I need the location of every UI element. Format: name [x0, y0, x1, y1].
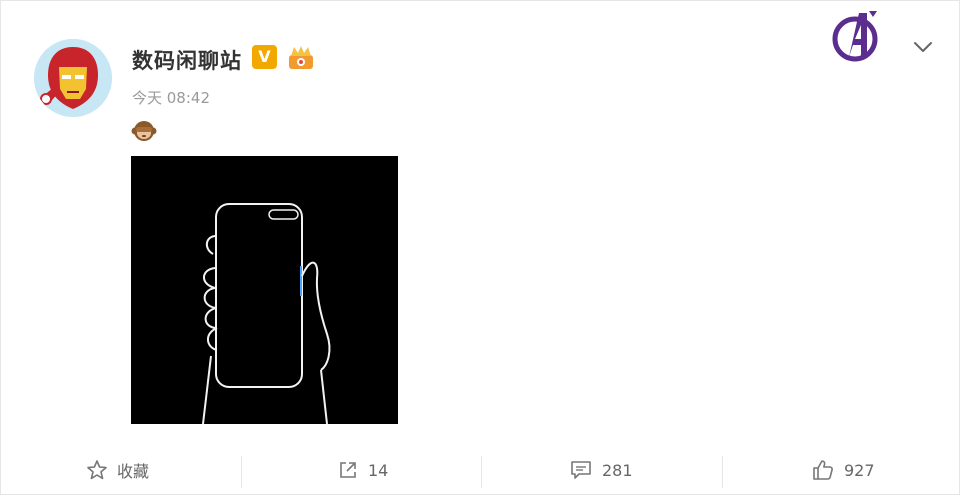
favorite-button[interactable]: 收藏: [86, 452, 149, 488]
like-count: 927: [844, 460, 875, 480]
monkey-emoji-icon: [131, 118, 157, 148]
crown-member-icon[interactable]: [286, 43, 316, 75]
repost-count: 14: [368, 460, 389, 480]
like-button[interactable]: 927: [811, 452, 875, 488]
avengers-logo: [829, 9, 881, 69]
action-bar: 收藏 14 281 927: [1, 446, 959, 495]
star-icon: [86, 459, 108, 481]
comment-count: 281: [602, 460, 633, 480]
action-divider: [241, 456, 242, 488]
thumbs-up-icon: [811, 459, 835, 481]
comment-button[interactable]: 281: [569, 452, 633, 488]
favorite-label: 收藏: [117, 462, 150, 481]
action-divider: [722, 456, 723, 488]
share-icon: [337, 459, 359, 481]
repost-button[interactable]: 14: [337, 452, 388, 488]
action-divider: [481, 456, 482, 488]
verified-badge[interactable]: V: [252, 45, 277, 69]
comment-icon: [569, 459, 593, 481]
phone-in-hand-illustration: [131, 156, 398, 425]
weibo-post-card: 数码闲聊站 V 今天 08:42 收藏 14 281 927: [0, 0, 960, 495]
username[interactable]: 数码闲聊站: [132, 45, 242, 75]
iron-man-avatar-icon: [34, 39, 112, 117]
post-timestamp[interactable]: 今天 08:42: [132, 87, 210, 108]
avatar[interactable]: [34, 39, 112, 117]
post-image[interactable]: [131, 156, 398, 425]
chevron-down-icon[interactable]: [908, 32, 938, 62]
